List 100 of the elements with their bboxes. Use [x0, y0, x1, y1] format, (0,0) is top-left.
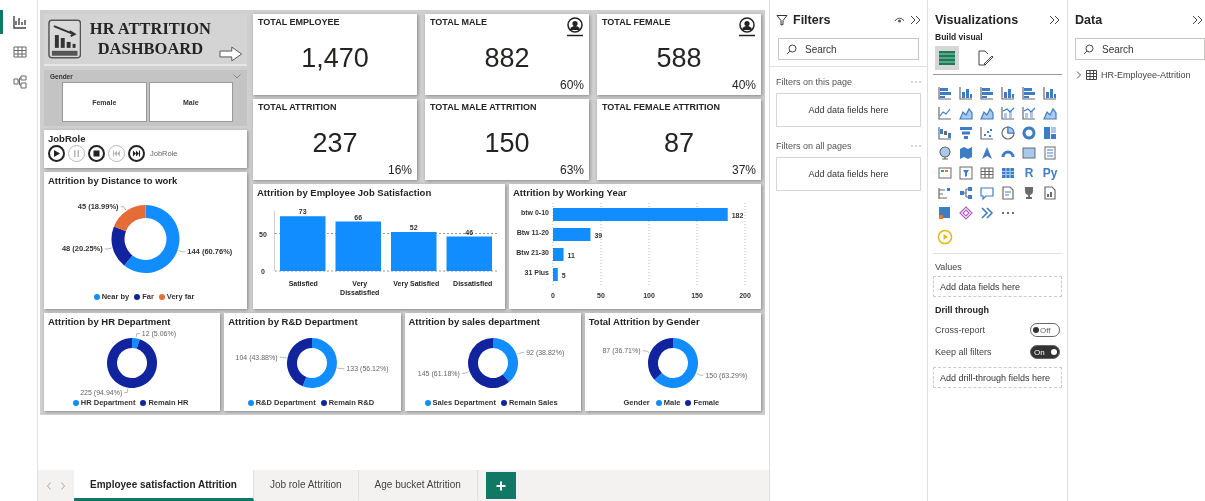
toggle-label: Cross-report [935, 325, 985, 335]
pause-icon [72, 149, 81, 158]
document-icon[interactable] [1000, 185, 1016, 201]
search-field[interactable]: Search [778, 38, 919, 60]
leader-line [461, 371, 469, 374]
drop-zone[interactable]: Add data fields here [776, 93, 921, 127]
arrow-icon[interactable] [979, 145, 995, 161]
globe-icon[interactable] [937, 145, 953, 161]
leader-line [642, 350, 650, 353]
kpi-title: TOTAL MALE ATTRITION [430, 102, 537, 112]
line-chart-icon[interactable] [937, 105, 953, 121]
table-icon [1086, 70, 1097, 80]
column-chart-icon[interactable] [1000, 85, 1016, 101]
chart-title: Total Attrition by Gender [587, 315, 701, 328]
double-chevron-icon[interactable] [910, 15, 921, 25]
build-visual-tab[interactable] [935, 46, 959, 70]
bar [391, 232, 437, 271]
table-name[interactable]: HR-Employee-Attrition [1101, 70, 1191, 80]
leader-line [696, 373, 704, 376]
page-tab[interactable]: Age bucket Attrition [358, 470, 478, 501]
declining-chart-icon [48, 19, 82, 59]
speech-bubble-icon[interactable] [979, 185, 995, 201]
kpi-value: 237 [311, 127, 359, 160]
bar-chart-icon[interactable] [937, 85, 953, 101]
column-chart-icon[interactable] [1042, 85, 1058, 101]
page-tab[interactable]: Employee satisfaction Attrition [74, 470, 254, 501]
diamond-icon[interactable] [958, 205, 974, 221]
donut-slice [287, 338, 313, 387]
pane-title: Visualizations [935, 13, 1019, 27]
chart-title: Attrition by Working Year [512, 186, 628, 199]
plus-icon [495, 480, 506, 491]
combo-chart-icon[interactable] [1021, 105, 1037, 121]
double-chevron-icon[interactable] [979, 205, 995, 221]
toggle-switch[interactable]: Off [1030, 323, 1060, 337]
kpi-percent: 16% [386, 163, 412, 177]
leader-line [178, 250, 186, 253]
scatter-chart-icon[interactable] [979, 125, 995, 141]
script-visual-button[interactable]: R [1024, 166, 1034, 180]
chart-title: Attrition by HR Department [47, 315, 172, 328]
treemap-icon[interactable] [1042, 125, 1058, 141]
kpi-value: 1,470 [300, 42, 370, 75]
waterfall-chart-icon[interactable] [937, 125, 953, 141]
toggle-switch[interactable]: On [1030, 345, 1060, 359]
page-tab[interactable]: Job role Attrition [253, 470, 359, 501]
play-button[interactable] [48, 145, 65, 162]
drop-zone[interactable]: Add drill-through fields here [933, 367, 1062, 388]
section-title: Drill through [934, 304, 990, 317]
matrix-icon[interactable] [1000, 165, 1016, 181]
bar [335, 221, 381, 271]
bar [553, 228, 591, 241]
report-page-icon[interactable] [1042, 185, 1058, 201]
visual-title: JobRole [47, 132, 87, 145]
arrow-icon [219, 46, 243, 62]
table-icon[interactable] [979, 165, 995, 181]
kpi-title: TOTAL MALE [430, 17, 487, 27]
donut-chart-icon[interactable] [1021, 125, 1037, 141]
chart-title: Attrition by sales department [407, 315, 541, 328]
leader-line [124, 388, 129, 393]
double-chevron-icon[interactable] [1192, 15, 1203, 25]
stop-button[interactable] [88, 145, 105, 162]
section-title: Build visual [934, 31, 984, 44]
app-icon[interactable] [937, 205, 953, 221]
slicer-icon[interactable] [958, 165, 974, 181]
map-icon[interactable] [958, 145, 974, 161]
leader-line [104, 247, 113, 250]
add-page-button[interactable] [485, 472, 516, 499]
expand-chevron-icon[interactable] [1075, 71, 1082, 79]
kpi-percent: 63% [558, 163, 584, 177]
drop-zone[interactable]: Add data fields here [933, 276, 1062, 297]
kpi-title: TOTAL ATTRITION [258, 102, 337, 112]
drop-zone[interactable]: Add data fields here [776, 157, 921, 191]
kpi-percent: 40% [730, 78, 756, 92]
next-button[interactable] [128, 145, 145, 162]
influencers-icon[interactable] [937, 185, 953, 201]
bar [553, 248, 564, 261]
funnel-chart-icon[interactable] [958, 125, 974, 141]
leader-line [516, 352, 525, 355]
eye-icon[interactable] [894, 16, 905, 24]
diagram-icon [13, 75, 27, 89]
leader-line [279, 356, 288, 359]
kpi-value: 882 [483, 42, 531, 75]
pane-title: Data [1075, 13, 1103, 27]
tree-diagram-icon[interactable] [958, 185, 974, 201]
combo-chart-icon[interactable] [1000, 105, 1016, 121]
kpi-title: TOTAL FEMALE ATTRITION [602, 102, 720, 112]
card-icon[interactable] [1021, 145, 1037, 161]
y-axis-line [274, 210, 275, 272]
previous-icon [112, 149, 121, 158]
bar-chart-icon[interactable] [1021, 85, 1037, 101]
double-chevron-icon[interactable] [1049, 15, 1060, 25]
pie-chart-icon[interactable] [1000, 125, 1016, 141]
column-chart-icon[interactable] [958, 85, 974, 101]
kpi-value: 588 [655, 42, 703, 75]
kpi-icon[interactable] [937, 165, 953, 181]
bar-chart-icon [13, 15, 27, 29]
bar-chart-icon[interactable] [979, 85, 995, 101]
kpi-value: 150 [483, 127, 531, 160]
dashboard-title: HR ATTRITION DASHBOARD [88, 19, 212, 59]
search-field[interactable]: Search [1075, 38, 1205, 60]
script-visual-button[interactable]: Py [1042, 166, 1058, 180]
